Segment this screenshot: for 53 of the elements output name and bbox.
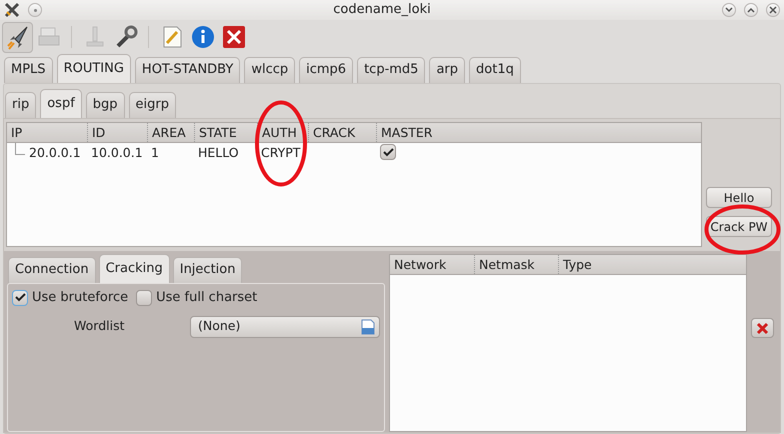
table-cell-text: 20.0.0.1 <box>29 144 81 162</box>
column-header[interactable]: STATE <box>194 123 257 142</box>
maximize-button[interactable] <box>744 3 758 17</box>
master-checkbox[interactable] <box>380 144 396 160</box>
module-tab[interactable]: dot1q <box>469 57 521 83</box>
column-header[interactable]: IP <box>7 123 87 142</box>
wordlist-selector[interactable]: (None) <box>190 316 380 338</box>
protocol-tab[interactable]: ospf <box>40 89 82 118</box>
table-cell: 10.0.0.1 <box>91 144 143 160</box>
close-icon <box>769 6 777 14</box>
crack-password-button[interactable]: Crack PW <box>706 216 772 237</box>
option-tab[interactable]: Connection <box>8 257 96 283</box>
chevron-up-icon <box>747 7 755 13</box>
checkbox-label: Use bruteforce <box>32 289 128 307</box>
table-cell: 1 <box>151 144 159 160</box>
column-header[interactable]: AUTH <box>257 123 308 142</box>
chevron-down-icon <box>725 7 733 13</box>
tree-line <box>15 143 25 155</box>
checkbox-label: Use full charset <box>156 289 258 307</box>
file-icon <box>360 318 376 334</box>
minimize-button[interactable] <box>722 3 736 17</box>
module-tab[interactable]: icmp6 <box>299 57 354 83</box>
window-title: codename_loki <box>332 1 432 20</box>
column-header[interactable]: Network <box>390 255 474 274</box>
module-tab[interactable]: wlccp <box>244 57 296 83</box>
column-header[interactable]: ID <box>87 123 147 142</box>
protocol-tab[interactable]: eigrp <box>128 92 176 118</box>
module-tab[interactable]: MPLS <box>4 57 53 83</box>
checkbox[interactable] <box>136 290 152 306</box>
module-tab[interactable]: tcp-md5 <box>357 57 426 83</box>
column-header[interactable]: Netmask <box>474 255 558 274</box>
protocol-tab[interactable]: rip <box>5 92 36 118</box>
column-header[interactable]: MASTER <box>376 123 701 142</box>
pin-button[interactable] <box>28 3 42 17</box>
option-tab[interactable]: Cracking <box>98 254 170 283</box>
delete-icon <box>756 322 769 334</box>
wordlist-label: Wordlist <box>73 317 126 336</box>
column-header[interactable]: CRACK <box>308 123 376 142</box>
table-cell: HELLO <box>198 144 239 160</box>
app-logo-icon[interactable] <box>4 2 20 18</box>
rocket-icon[interactable] <box>2 22 33 52</box>
close-button[interactable] <box>766 3 780 17</box>
module-tab[interactable]: HOT-STANDBY <box>134 57 240 83</box>
module-tab[interactable]: arp <box>429 57 466 83</box>
table-cell: CRYPT <box>261 144 300 160</box>
column-header[interactable]: Type <box>558 255 746 274</box>
protocol-tab[interactable]: bgp <box>86 92 125 118</box>
checkbox[interactable] <box>12 290 28 306</box>
module-tab[interactable]: ROUTING <box>56 54 131 83</box>
option-tab[interactable]: Injection <box>172 257 242 283</box>
column-header[interactable]: AREA <box>147 123 194 142</box>
hello-button[interactable]: Hello <box>706 187 772 208</box>
delete-button[interactable] <box>751 318 774 338</box>
